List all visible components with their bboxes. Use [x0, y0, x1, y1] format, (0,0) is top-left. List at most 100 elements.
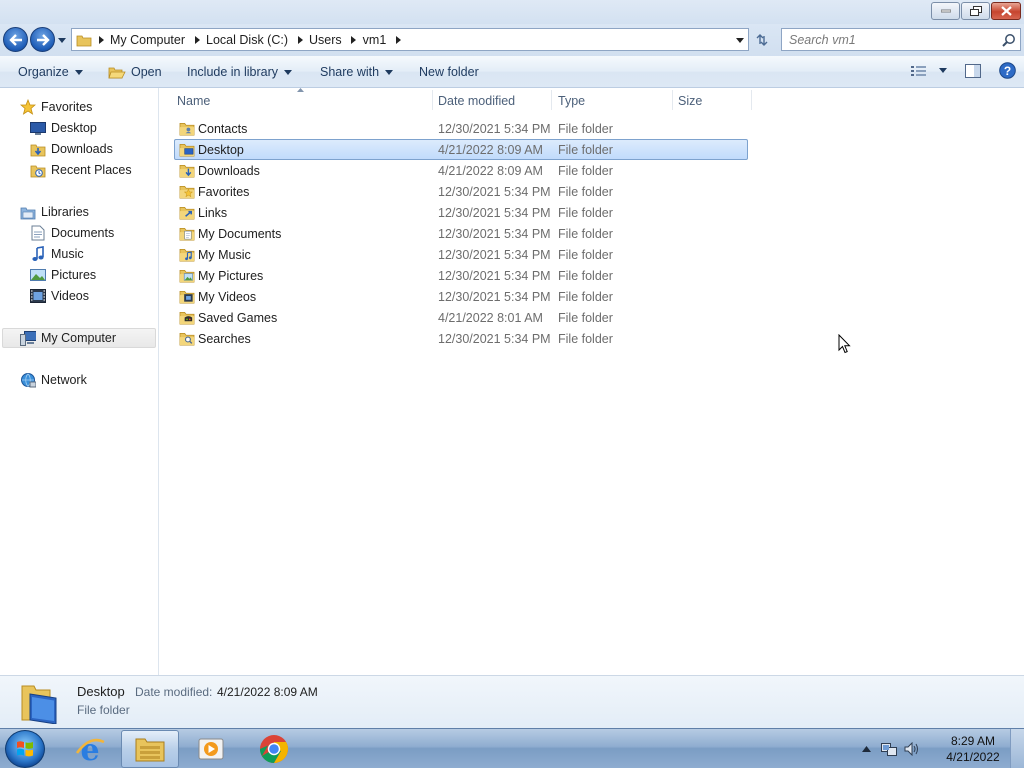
- file-date-modified: 12/30/2021 5:34 PM: [438, 227, 551, 241]
- breadcrumb-local-disk[interactable]: Local Disk (C:): [204, 29, 307, 50]
- include-in-library-label: Include in library: [187, 65, 279, 79]
- nav-documents[interactable]: Documents: [30, 223, 114, 243]
- nav-desktop[interactable]: Desktop: [30, 118, 97, 138]
- nav-pictures[interactable]: Pictures: [30, 265, 96, 285]
- column-header-type[interactable]: Type: [552, 88, 672, 113]
- back-button[interactable]: [3, 27, 28, 52]
- chrome-icon: [260, 735, 288, 763]
- file-row-searches[interactable]: Searches 12/30/2021 5:34 PM File folder: [174, 328, 748, 349]
- libraries-icon: [20, 204, 36, 220]
- column-header-date-modified[interactable]: Date modified: [433, 88, 551, 113]
- breadcrumb-users[interactable]: Users: [307, 29, 361, 50]
- chevron-down-icon: [58, 37, 66, 43]
- share-with-menu[interactable]: Share with: [320, 63, 394, 81]
- nav-recent-places[interactable]: Recent Places: [30, 160, 132, 180]
- media-player-taskbar-button[interactable]: [182, 730, 240, 768]
- column-header-name[interactable]: Name: [160, 88, 432, 113]
- chevron-down-icon: [385, 69, 394, 75]
- start-button[interactable]: [5, 730, 45, 768]
- nav-label: Pictures: [51, 268, 97, 282]
- nav-label: Documents: [51, 226, 115, 240]
- open-button[interactable]: Open: [108, 63, 162, 81]
- forward-button[interactable]: [30, 27, 55, 52]
- search-box[interactable]: [781, 28, 1021, 51]
- folder-icon: [74, 29, 94, 50]
- file-row-desktop[interactable]: Desktop 4/21/2022 8:09 AM File folder: [174, 139, 748, 160]
- chevron-down-icon: [74, 69, 83, 75]
- close-icon: [1000, 6, 1012, 16]
- searches-folder-icon: [179, 332, 195, 346]
- include-in-library-menu[interactable]: Include in library: [187, 63, 293, 81]
- desktop-folder-icon: [179, 143, 195, 157]
- file-row-my-documents[interactable]: My Documents 12/30/2021 5:34 PM File folde…: [174, 223, 748, 244]
- network-tray-icon[interactable]: [881, 741, 897, 756]
- file-row-my-videos[interactable]: My Videos 12/30/2021 5:34 PM File folder: [174, 286, 748, 307]
- internet-explorer-taskbar-button[interactable]: e: [61, 730, 119, 768]
- file-row-favorites[interactable]: Favorites 12/30/2021 5:34 PM File folder: [174, 181, 748, 202]
- file-row-links[interactable]: Links 12/30/2021 5:34 PM File folder: [174, 202, 748, 223]
- column-header-label: Size: [678, 93, 703, 108]
- breadcrumb-my-computer[interactable]: My Computer: [108, 29, 204, 50]
- nav-videos[interactable]: Videos: [30, 286, 89, 306]
- nav-my-computer[interactable]: My Computer: [2, 328, 156, 348]
- show-hidden-icons-button[interactable]: [862, 745, 871, 752]
- address-bar[interactable]: My Computer Local Disk (C:) Users vm1: [71, 28, 749, 51]
- organize-menu[interactable]: Organize: [18, 63, 83, 81]
- column-header-label: Type: [558, 93, 586, 108]
- breadcrumb-label[interactable]: vm1: [361, 33, 392, 47]
- breadcrumb-label[interactable]: Local Disk (C:): [204, 33, 293, 47]
- file-type: File folder: [558, 311, 613, 325]
- nav-music[interactable]: Music: [30, 244, 84, 264]
- show-desktop-button[interactable]: [1010, 729, 1024, 768]
- close-button[interactable]: [991, 2, 1021, 20]
- file-type: File folder: [558, 185, 613, 199]
- recent-pages-dropdown[interactable]: [57, 34, 67, 46]
- breadcrumb-arrow-icon[interactable]: [293, 35, 307, 44]
- file-date-modified: 12/30/2021 5:34 PM: [438, 290, 551, 304]
- breadcrumb-root-arrow[interactable]: [94, 29, 108, 50]
- volume-tray-icon[interactable]: [904, 741, 920, 756]
- change-view-button[interactable]: [911, 65, 947, 77]
- music-folder-icon: [179, 248, 195, 262]
- file-row-downloads[interactable]: Downloads 4/21/2022 8:09 AM File folder: [174, 160, 748, 181]
- search-icon[interactable]: [1002, 33, 1016, 50]
- share-with-label: Share with: [320, 65, 380, 79]
- view-controls: ?: [911, 62, 1016, 79]
- nav-libraries[interactable]: Libraries: [20, 202, 89, 222]
- windows-logo-icon: [17, 741, 33, 757]
- breadcrumb-vm1[interactable]: vm1: [361, 29, 406, 50]
- column-header-size[interactable]: Size: [673, 88, 751, 113]
- contacts-folder-icon: [179, 122, 195, 136]
- breadcrumb-arrow-icon[interactable]: [190, 35, 204, 44]
- file-row-contacts[interactable]: Contacts 12/30/2021 5:34 PM File folder: [174, 118, 748, 139]
- breadcrumb-label[interactable]: My Computer: [108, 33, 190, 47]
- search-input[interactable]: [782, 32, 992, 47]
- file-date-modified: 4/21/2022 8:09 AM: [438, 143, 543, 157]
- new-folder-button[interactable]: New folder: [419, 63, 479, 81]
- nav-network[interactable]: Network: [20, 370, 87, 390]
- column-divider[interactable]: [751, 90, 752, 110]
- nav-label: Libraries: [41, 205, 89, 219]
- breadcrumb-label[interactable]: Users: [307, 33, 347, 47]
- music-icon: [30, 246, 46, 262]
- breadcrumb-arrow-icon[interactable]: [391, 35, 405, 44]
- refresh-button[interactable]: [752, 30, 772, 50]
- nav-downloads[interactable]: Downloads: [30, 139, 113, 159]
- breadcrumb-arrow-icon[interactable]: [347, 35, 361, 44]
- address-history-dropdown[interactable]: [735, 35, 745, 45]
- chrome-taskbar-button[interactable]: [245, 730, 303, 768]
- nav-favorites[interactable]: Favorites: [20, 97, 92, 117]
- details-item-type: File folder: [77, 703, 130, 717]
- file-row-saved-games[interactable]: Saved Games 4/21/2022 8:01 AM File folder: [174, 307, 748, 328]
- preview-pane-button[interactable]: [965, 63, 981, 78]
- file-type: File folder: [558, 143, 613, 157]
- restore-button[interactable]: [961, 2, 990, 20]
- windows-explorer-taskbar-button[interactable]: [121, 730, 179, 768]
- help-button[interactable]: ?: [999, 62, 1016, 79]
- taskbar-clock[interactable]: 8:29 AM 4/21/2022: [940, 733, 1006, 765]
- file-row-my-pictures[interactable]: My Pictures 12/30/2021 5:34 PM File folder: [174, 265, 748, 286]
- details-pane: Desktop Date modified: 4/21/2022 8:09 AM…: [0, 675, 1024, 728]
- minimize-button[interactable]: [931, 2, 960, 20]
- back-arrow-icon: [8, 33, 22, 46]
- file-row-my-music[interactable]: My Music 12/30/2021 5:34 PM File folder: [174, 244, 748, 265]
